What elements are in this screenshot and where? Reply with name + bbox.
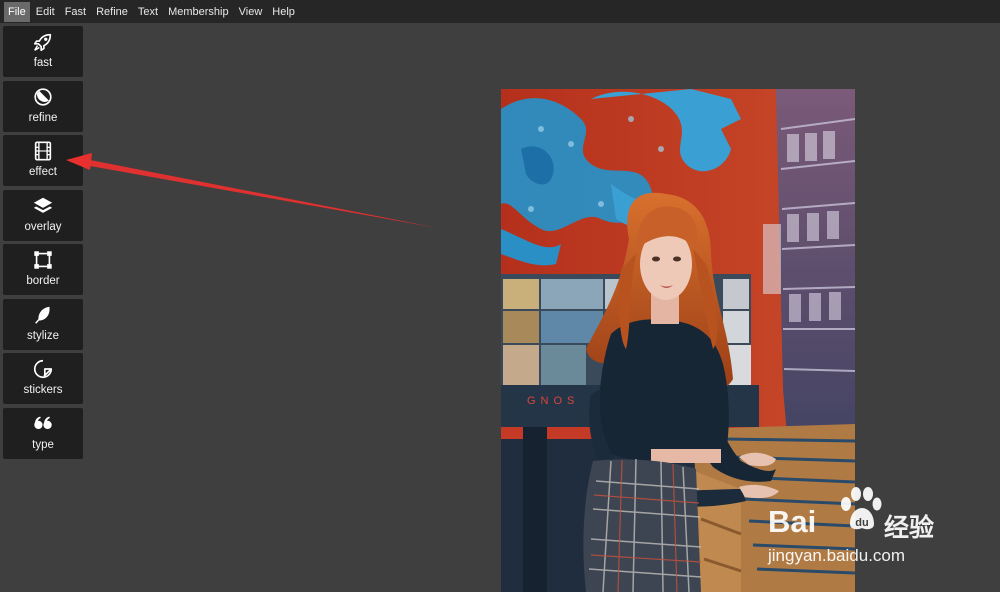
tool-fast-label: fast xyxy=(33,57,53,69)
baidu-paw-icon: du xyxy=(841,487,882,530)
refine-icon xyxy=(34,87,52,106)
layers-icon xyxy=(33,197,53,213)
film-icon xyxy=(34,141,52,161)
tool-stylize-button[interactable]: stylize xyxy=(3,298,83,350)
tool-border-button[interactable]: border xyxy=(3,244,83,295)
tool-type-button[interactable]: type xyxy=(3,407,83,459)
tool-effect-button[interactable]: effect xyxy=(3,135,83,186)
svg-text:du: du xyxy=(855,517,868,529)
menu-bar: File Edit Fast Refine Text Membership Vi… xyxy=(0,0,1000,23)
menu-view[interactable]: View xyxy=(235,2,267,22)
tool-type-label: type xyxy=(32,438,54,451)
menu-refine[interactable]: Refine xyxy=(92,2,132,22)
tool-stylize-label: stylize xyxy=(27,329,59,342)
tool-sidebar: fast refine effect overlay border styliz… xyxy=(3,26,83,462)
menu-membership[interactable]: Membership xyxy=(164,2,233,22)
tool-refine-button[interactable]: refine xyxy=(3,80,83,132)
tool-border-label: border xyxy=(26,275,60,287)
menu-fast[interactable]: Fast xyxy=(61,2,90,22)
menu-edit[interactable]: Edit xyxy=(32,2,59,22)
tool-refine-label: refine xyxy=(28,111,58,124)
menu-help[interactable]: Help xyxy=(268,2,299,22)
tool-overlay-button[interactable]: overlay xyxy=(3,189,83,241)
watermark-url: jingyan.baidu.com xyxy=(768,546,906,565)
quote-icon xyxy=(34,416,52,429)
rocket-icon xyxy=(33,33,52,52)
tool-fast-button[interactable]: fast xyxy=(3,26,83,77)
baidu-watermark: du Bai 经验 jingyan.baidu.com xyxy=(766,486,956,572)
svg-text:GNOS: GNOS xyxy=(527,395,579,407)
menu-file[interactable]: File xyxy=(4,1,30,22)
menu-text[interactable]: Text xyxy=(134,2,162,22)
watermark-chinese: 经验 xyxy=(884,514,935,542)
sticker-icon xyxy=(33,359,53,379)
tool-overlay-label: overlay xyxy=(24,220,62,233)
feather-icon xyxy=(35,306,50,324)
border-icon xyxy=(34,251,52,269)
tool-stickers-label: stickers xyxy=(23,384,63,396)
watermark-brand: Bai xyxy=(768,504,817,539)
tool-stickers-button[interactable]: stickers xyxy=(3,353,83,404)
tool-effect-label: effect xyxy=(29,166,57,178)
